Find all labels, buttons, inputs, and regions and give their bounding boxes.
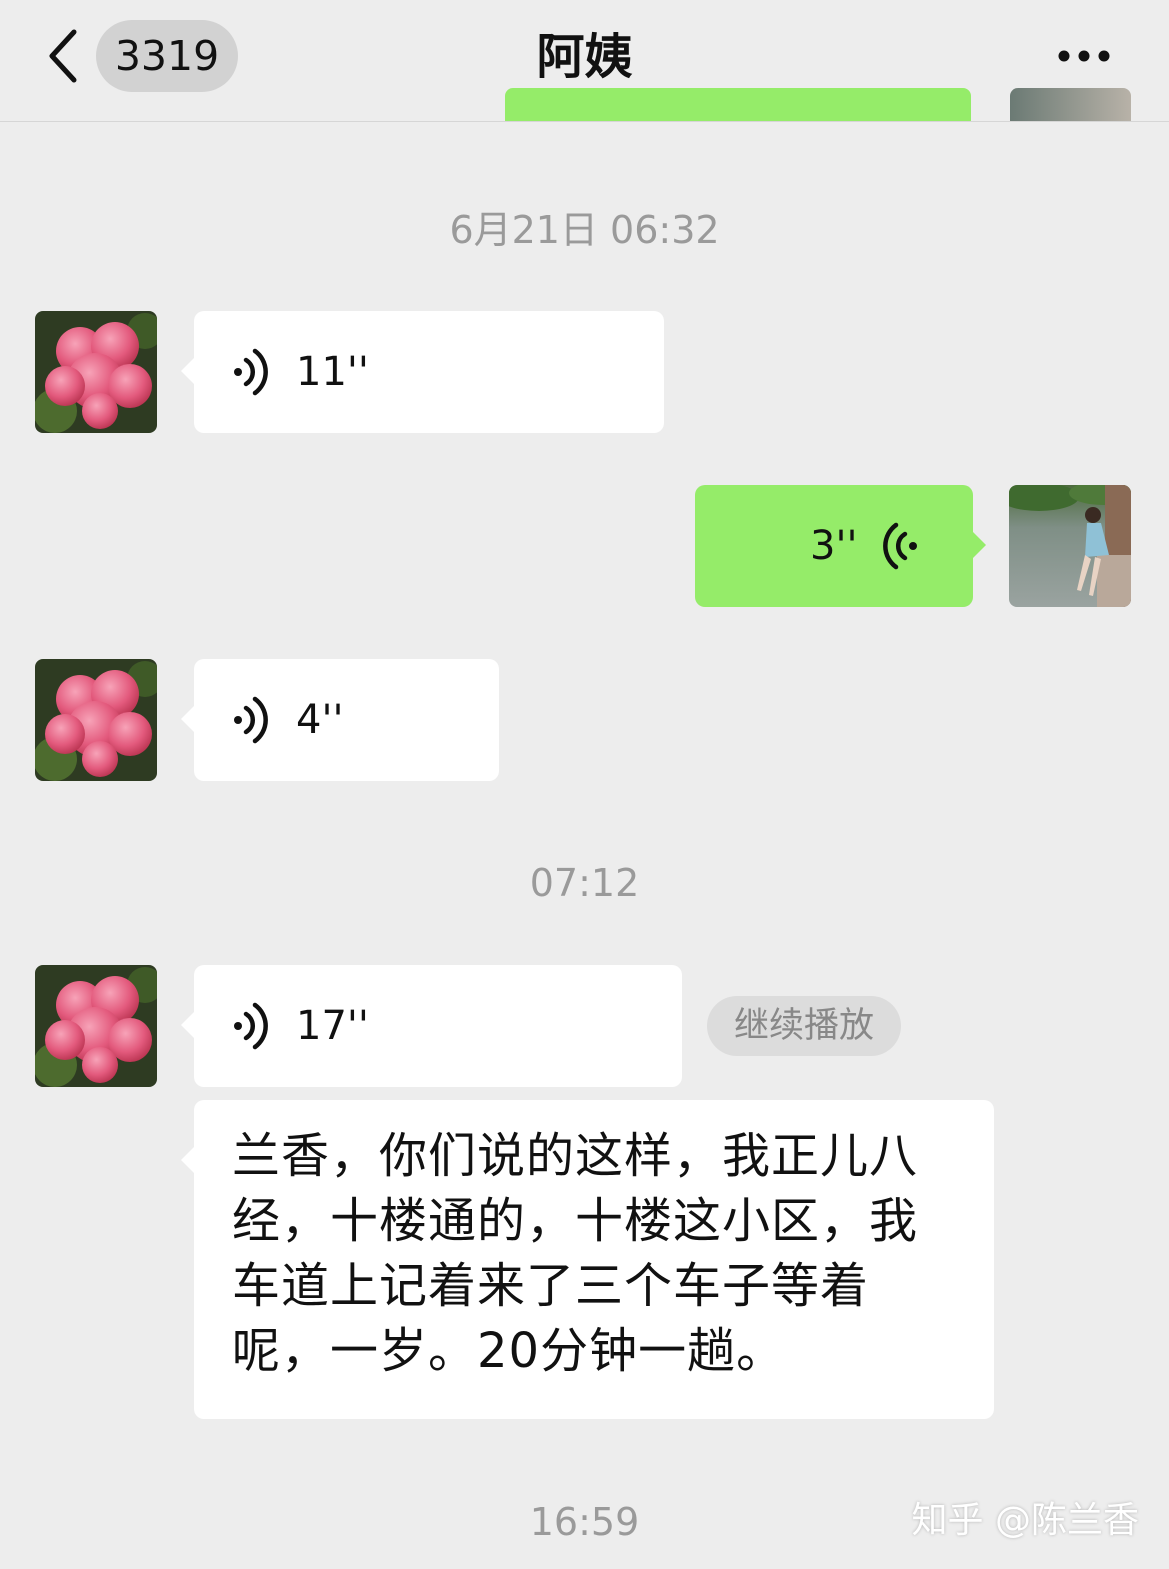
pink-flower-avatar-icon	[35, 311, 157, 433]
voice-waves-icon	[234, 348, 268, 396]
timestamp: 6月21日 06:32	[449, 208, 720, 252]
voice-duration: 17''	[296, 1003, 369, 1049]
voice-waves-icon	[234, 1002, 268, 1050]
flower-avatar[interactable]	[35, 965, 157, 1087]
voice-waves-icon	[234, 696, 268, 744]
more-dots-icon[interactable]	[1054, 45, 1114, 67]
voice-duration: 4''	[296, 697, 344, 743]
transcript-line: 呢，一岁。20分钟一趟。	[232, 1323, 786, 1379]
voice-duration: 3''	[810, 523, 858, 569]
scrolled-avatar[interactable]	[1010, 88, 1131, 121]
voice-waves-icon	[883, 522, 917, 570]
my-avatar[interactable]	[1009, 485, 1131, 607]
voice-message-bubble[interactable]: 17''	[181, 965, 682, 1087]
flower-avatar[interactable]	[35, 311, 157, 433]
transcript-line: 兰香，你们说的这样，我正儿八	[232, 1128, 919, 1184]
chat-title: 阿姨	[536, 29, 633, 85]
timestamp: 07:12	[529, 861, 640, 905]
sent-voice-message-bubble[interactable]: 3''	[695, 485, 986, 607]
zhihu-watermark: 知乎 @陈兰香	[911, 1500, 1139, 1541]
chat-header: 3319 阿姨	[0, 0, 1169, 122]
pink-flower-avatar-icon	[35, 659, 157, 781]
chevron-left-icon[interactable]	[44, 28, 84, 84]
unread-count-badge[interactable]: 3319	[96, 20, 238, 92]
person-by-lake-avatar-icon	[1009, 485, 1131, 607]
voice-duration: 11''	[296, 349, 369, 395]
flower-avatar[interactable]	[35, 659, 157, 781]
voice-message-bubble[interactable]: 4''	[181, 659, 499, 781]
scrolled-message-bubble[interactable]	[505, 88, 971, 121]
pink-flower-avatar-icon	[35, 965, 157, 1087]
transcript-line: 经，十楼通的，十楼这小区，我	[232, 1193, 919, 1249]
transcript-line: 车道上记着来了三个车子等着	[232, 1258, 870, 1314]
continue-playing-button[interactable]: 继续播放	[707, 996, 901, 1056]
voice-message-bubble[interactable]: 11''	[181, 311, 664, 433]
voice-transcript-bubble[interactable]: 兰香，你们说的这样，我正儿八 经，十楼通的，十楼这小区，我 车道上记着来了三个车…	[181, 1100, 994, 1419]
